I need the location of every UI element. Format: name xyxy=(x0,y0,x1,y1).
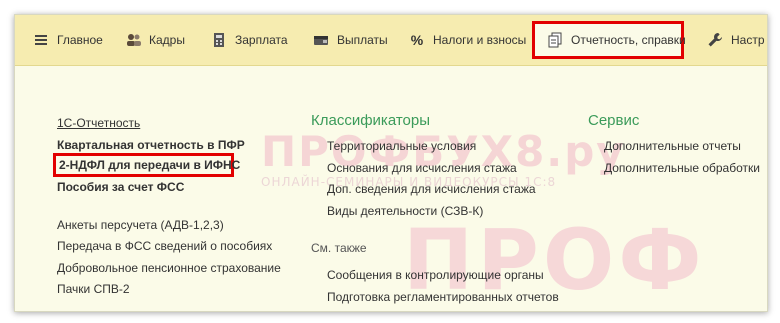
classifiers-title: Классификаторы xyxy=(311,112,431,129)
tab-label: Выплаты xyxy=(337,33,388,47)
app-window: ПРОФБУХ8.ру ОНЛАЙН-СЕМИНАРЫ И ВИДЕОКУРСЫ… xyxy=(14,14,768,312)
menu-icon xyxy=(33,32,49,48)
documents-icon xyxy=(547,32,563,48)
tab-payments[interactable]: Выплаты xyxy=(313,29,388,51)
link-spv2-packs[interactable]: Пачки СПВ-2 xyxy=(57,282,130,296)
link-activity-types[interactable]: Виды деятельности (СЗВ-К) xyxy=(327,204,483,218)
see-also-title: См. также xyxy=(311,241,367,255)
link-seniority-grounds[interactable]: Основания для исчисления стажа xyxy=(327,161,517,175)
tab-salary[interactable]: Зарплата xyxy=(211,29,288,51)
link-fss-benefit-info[interactable]: Передача в ФСС сведений о пособиях xyxy=(57,239,272,253)
link-voluntary-pension[interactable]: Добровольное пенсионное страхование xyxy=(57,261,281,275)
tab-main[interactable]: Главное xyxy=(33,29,103,51)
tab-label: Отчетность, справки xyxy=(571,33,686,47)
link-pfr-quarterly[interactable]: Квартальная отчетность в ПФР xyxy=(57,138,245,152)
link-additional-reports[interactable]: Дополнительные отчеты xyxy=(604,139,741,153)
tab-label: Налоги и взносы xyxy=(433,33,527,47)
wrench-icon xyxy=(707,32,723,48)
section-toolbar: Главное Кадры Зарплата Выплаты % Налоги … xyxy=(15,15,767,66)
link-1c-reporting[interactable]: 1С-Отчетность xyxy=(57,116,140,130)
tab-taxes[interactable]: % Налоги и взносы xyxy=(409,29,527,51)
tab-label: Главное xyxy=(57,33,103,47)
tab-personnel[interactable]: Кадры xyxy=(125,29,185,51)
wallet-icon xyxy=(313,32,329,48)
link-seniority-extra[interactable]: Доп. сведения для исчисления стажа xyxy=(327,182,536,196)
link-fss-benefits[interactable]: Пособия за счет ФСС xyxy=(57,180,184,194)
tab-label: Настр xyxy=(731,33,765,47)
link-regulated-reports[interactable]: Подготовка регламентированных отчетов xyxy=(327,290,559,304)
percent-icon: % xyxy=(410,32,424,48)
service-title: Сервис xyxy=(588,112,640,129)
link-additional-processing[interactable]: Дополнительные обработки xyxy=(604,161,760,175)
tab-label: Зарплата xyxy=(235,33,288,47)
tab-reports[interactable]: Отчетность, справки xyxy=(547,29,686,51)
link-territorial-conditions[interactable]: Территориальные условия xyxy=(327,139,476,153)
people-icon xyxy=(125,32,141,48)
tab-settings[interactable]: Настр xyxy=(707,29,765,51)
tab-label: Кадры xyxy=(149,33,185,47)
link-messages-to-authorities[interactable]: Сообщения в контролирующие органы xyxy=(327,268,544,282)
calculator-icon xyxy=(211,32,227,48)
link-adv-forms[interactable]: Анкеты персучета (АДВ-1,2,3) xyxy=(57,218,224,232)
link-2ndfl-ifns[interactable]: 2-НДФЛ для передачи в ИФНС xyxy=(59,158,240,172)
